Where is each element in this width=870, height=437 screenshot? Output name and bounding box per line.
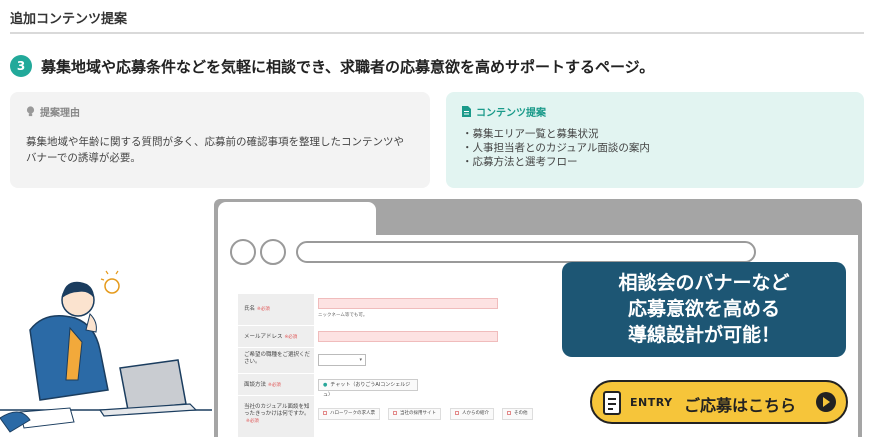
- source-checkbox[interactable]: ハローワークの求人票: [318, 408, 380, 420]
- method-radio-chat[interactable]: ● チャット（おりごうAIコンシェルジュ）: [318, 379, 418, 398]
- required-mark: ※必須: [257, 307, 270, 312]
- entry-tag: ENTRY: [630, 396, 673, 409]
- checkbox-icon: [455, 410, 459, 415]
- required-mark: ※必須: [268, 383, 281, 388]
- browser-back-button: [230, 239, 256, 265]
- person-at-laptop-illustration: [0, 270, 212, 437]
- proposal-heading-text: 募集地域や応募条件などを気軽に相談でき、求職者の応募意欲を高めサポートするページ…: [41, 57, 655, 76]
- browser-forward-button: [260, 239, 286, 265]
- required-mark: ※必須: [246, 419, 259, 424]
- job-select[interactable]: ▾: [318, 354, 366, 366]
- name-input[interactable]: [318, 298, 498, 309]
- radio-dot-icon: ●: [323, 382, 328, 388]
- list-item: 人事担当者とのカジュアル面談の案内: [462, 141, 848, 155]
- form-label-job: ご希望の職種をご選択ください。: [244, 352, 311, 365]
- content-card-title: コンテンツ提案: [476, 108, 546, 119]
- idea-lightbulb-icon: [100, 270, 120, 294]
- content-list: 募集エリア一覧と募集状況 人事担当者とのカジュアル面談の案内 応募方法と選考フロ…: [462, 127, 848, 169]
- callout-line: 応募意欲を高める: [627, 298, 780, 320]
- list-item: 募集エリア一覧と募集状況: [462, 127, 848, 141]
- inquiry-form-mockup: 氏名 ※必須 ニックネーム等でも可。 メールアドレス ※必須 ご希望の職種をご選択く…: [238, 294, 550, 437]
- name-hint: ニックネーム等でも可。: [318, 313, 368, 318]
- source-checkbox[interactable]: その他: [502, 408, 533, 420]
- form-label-email: メールアドレス: [244, 334, 283, 340]
- source-checkbox[interactable]: 当社の採用サイト: [388, 408, 441, 420]
- callout-line: 相談会のバナーなど: [618, 272, 790, 294]
- callout-line: 導線設計が可能！: [627, 324, 780, 346]
- reason-card-body: 募集地域や年齢に関する質問が多く、応募前の確認事項を整理したコンテンツやバナーで…: [26, 136, 404, 164]
- proposal-heading: 3 募集地域や応募条件などを気軽に相談でき、求職者の応募意欲を高めサポートするペ…: [10, 55, 654, 77]
- form-row-method: 面談方法 ※必須 ● チャット（おりごうAIコンシェルジュ）: [238, 374, 550, 398]
- form-label-source: 当社のカジュアル面談を知ったきっかけは何ですか。: [244, 404, 310, 417]
- step-number-badge: 3: [10, 55, 32, 77]
- lightbulb-icon: [26, 106, 35, 117]
- section-title: 追加コンテンツ提案: [10, 12, 128, 27]
- email-input[interactable]: [318, 331, 498, 342]
- reason-card-header: 提案理由: [26, 104, 414, 119]
- reason-card: 提案理由 募集地域や年齢に関する質問が多く、応募前の確認事項を整理したコンテンツ…: [10, 92, 430, 188]
- form-label-method: 面談方法: [244, 382, 267, 388]
- source-checkbox[interactable]: 人からの紹介: [450, 408, 494, 420]
- checkbox-icon: [507, 410, 511, 415]
- form-row-email: メールアドレス ※必須: [238, 326, 550, 348]
- checkbox-icon: [393, 410, 397, 415]
- form-label-name: 氏名: [244, 306, 256, 312]
- form-row-source: 当社のカジュアル面談を知ったきっかけは何ですか。 ※必須 ハローワークの求人票 当…: [238, 396, 550, 437]
- callout-banner: 相談会のバナーなど 応募意欲を高める 導線設計が可能！: [562, 262, 846, 357]
- content-card-header: コンテンツ提案: [462, 104, 848, 119]
- checkbox-icon: [323, 410, 327, 415]
- required-mark: ※必須: [284, 335, 298, 340]
- list-item: 応募方法と選考フロー: [462, 155, 848, 169]
- content-card: コンテンツ提案 募集エリア一覧と募集状況 人事担当者とのカジュアル面談の案内 応…: [446, 92, 864, 188]
- entry-button[interactable]: ENTRY ご応募はこちら: [590, 380, 848, 424]
- entry-button-label: ご応募はこちら: [684, 396, 797, 415]
- play-icon: [816, 392, 836, 412]
- form-row-name: 氏名 ※必須 ニックネーム等でも可。: [238, 294, 550, 326]
- form-row-job: ご希望の職種をご選択ください。 ▾: [238, 348, 550, 374]
- reason-card-title: 提案理由: [40, 108, 80, 119]
- document-icon: [462, 106, 471, 117]
- browser-url-bar: [296, 241, 756, 263]
- document-pen-icon: [603, 391, 621, 415]
- section-divider: [10, 32, 864, 34]
